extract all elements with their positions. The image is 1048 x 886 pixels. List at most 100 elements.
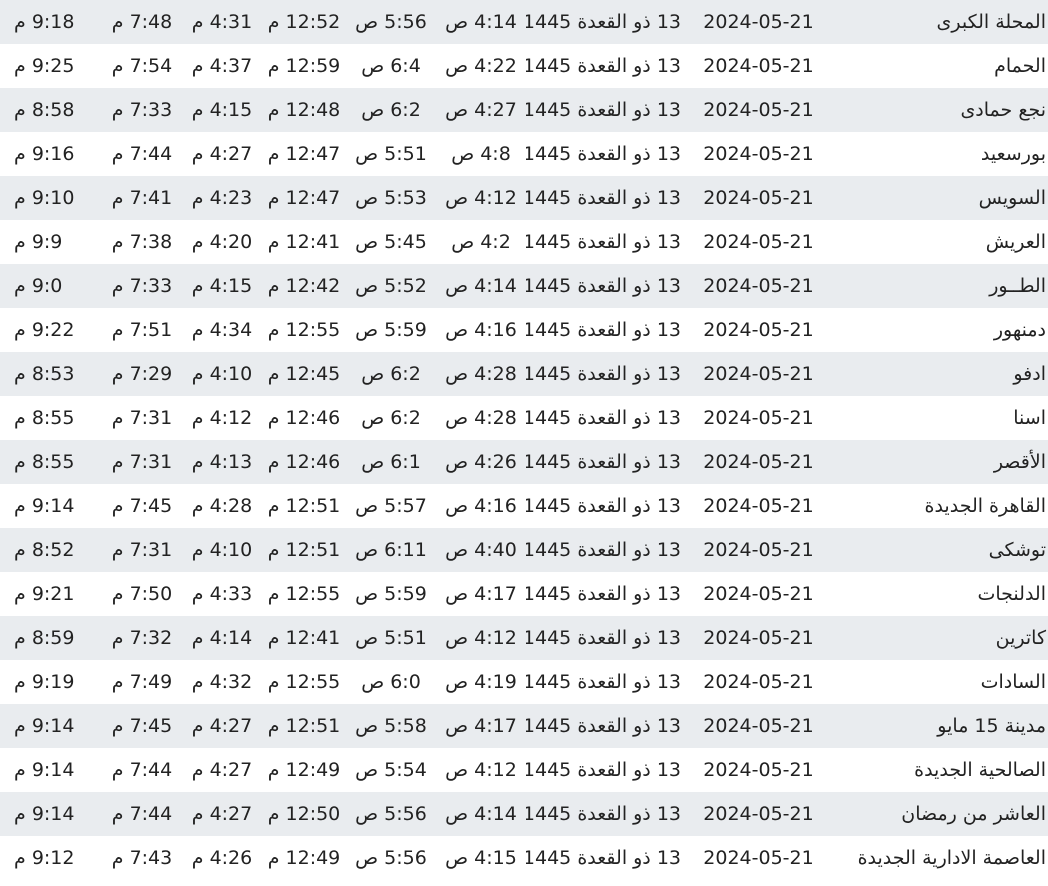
- dhuhr-time-cell: 12:42 م: [262, 264, 346, 308]
- isha-time-cell: 8:55 م: [0, 396, 102, 440]
- table-row: العاشر من رمضان 2024-05-21 13 ذو القعدة 14…: [0, 792, 1048, 836]
- gregorian-date-cell: 2024-05-21: [681, 572, 836, 616]
- dhuhr-time-cell: 12:55 م: [262, 660, 346, 704]
- hijri-date-cell: 13 ذو القعدة 1445: [526, 704, 681, 748]
- sunrise-time-cell: 6:1 ص: [346, 440, 436, 484]
- isha-time-cell: 8:58 م: [0, 88, 102, 132]
- maghrib-time-cell: 7:54 م: [102, 44, 182, 88]
- isha-time-cell: 8:59 م: [0, 616, 102, 660]
- sunrise-time-cell: 5:45 ص: [346, 220, 436, 264]
- city-cell: الحمام: [836, 44, 1048, 88]
- hijri-date-cell: 13 ذو القعدة 1445: [526, 352, 681, 396]
- gregorian-date-cell: 2024-05-21: [681, 440, 836, 484]
- gregorian-date-cell: 2024-05-21: [681, 792, 836, 836]
- fajr-time-cell: 4:22 ص: [436, 44, 526, 88]
- asr-time-cell: 4:28 م: [182, 484, 262, 528]
- sunrise-time-cell: 6:11 ص: [346, 528, 436, 572]
- city-cell: الدلنجات: [836, 572, 1048, 616]
- dhuhr-time-cell: 12:55 م: [262, 308, 346, 352]
- hijri-date-cell: 13 ذو القعدة 1445: [526, 308, 681, 352]
- asr-time-cell: 4:13 م: [182, 440, 262, 484]
- table-row: كاترين 2024-05-21 13 ذو القعدة 1445 4:12 ص5…: [0, 616, 1048, 660]
- isha-time-cell: 9:22 م: [0, 308, 102, 352]
- hijri-date-cell: 13 ذو القعدة 1445: [526, 44, 681, 88]
- table-row: الأقصر 2024-05-21 13 ذو القعدة 1445 4:26 ص6…: [0, 440, 1048, 484]
- maghrib-time-cell: 7:44 م: [102, 792, 182, 836]
- fajr-time-cell: 4:16 ص: [436, 484, 526, 528]
- sunrise-time-cell: 5:56 ص: [346, 792, 436, 836]
- gregorian-date-cell: 2024-05-21: [681, 616, 836, 660]
- city-cell: الأقصر: [836, 440, 1048, 484]
- asr-time-cell: 4:34 م: [182, 308, 262, 352]
- sunrise-time-cell: 6:4 ص: [346, 44, 436, 88]
- maghrib-time-cell: 7:32 م: [102, 616, 182, 660]
- table-row: ادفو 2024-05-21 13 ذو القعدة 1445 4:28 ص 6:2…: [0, 352, 1048, 396]
- dhuhr-time-cell: 12:49 م: [262, 748, 346, 792]
- city-cell: القاهرة الجديدة: [836, 484, 1048, 528]
- asr-time-cell: 4:10 م: [182, 528, 262, 572]
- city-cell: السويس: [836, 176, 1048, 220]
- dhuhr-time-cell: 12:51 م: [262, 528, 346, 572]
- dhuhr-time-cell: 12:52 م: [262, 0, 346, 44]
- dhuhr-time-cell: 12:47 م: [262, 132, 346, 176]
- maghrib-time-cell: 7:29 م: [102, 352, 182, 396]
- sunrise-time-cell: 5:56 ص: [346, 836, 436, 880]
- isha-time-cell: 9:0 م: [0, 264, 102, 308]
- gregorian-date-cell: 2024-05-21: [681, 704, 836, 748]
- fajr-time-cell: 4:28 ص: [436, 352, 526, 396]
- gregorian-date-cell: 2024-05-21: [681, 44, 836, 88]
- city-cell: اسنا: [836, 396, 1048, 440]
- dhuhr-time-cell: 12:46 م: [262, 440, 346, 484]
- sunrise-time-cell: 6:0 ص: [346, 660, 436, 704]
- fajr-time-cell: 4:16 ص: [436, 308, 526, 352]
- isha-time-cell: 9:16 م: [0, 132, 102, 176]
- prayer-times-table: المحلة الكبرى 2024-05-21 13 ذو القعدة 1445…: [0, 0, 1048, 880]
- dhuhr-time-cell: 12:49 م: [262, 836, 346, 880]
- fajr-time-cell: 4:12 ص: [436, 616, 526, 660]
- sunrise-time-cell: 5:54 ص: [346, 748, 436, 792]
- hijri-date-cell: 13 ذو القعدة 1445: [526, 616, 681, 660]
- gregorian-date-cell: 2024-05-21: [681, 528, 836, 572]
- sunrise-time-cell: 5:58 ص: [346, 704, 436, 748]
- table-row: الدلنجات 2024-05-21 13 ذو القعدة 1445 4:17 …: [0, 572, 1048, 616]
- asr-time-cell: 4:10 م: [182, 352, 262, 396]
- dhuhr-time-cell: 12:46 م: [262, 396, 346, 440]
- fajr-time-cell: 4:8 ص: [436, 132, 526, 176]
- maghrib-time-cell: 7:44 م: [102, 748, 182, 792]
- fajr-time-cell: 4:12 ص: [436, 176, 526, 220]
- city-cell: الطــور: [836, 264, 1048, 308]
- asr-time-cell: 4:27 م: [182, 704, 262, 748]
- table-row: بورسعيد 2024-05-21 13 ذو القعدة 1445 4:8 ص5…: [0, 132, 1048, 176]
- sunrise-time-cell: 5:51 ص: [346, 132, 436, 176]
- hijri-date-cell: 13 ذو القعدة 1445: [526, 0, 681, 44]
- maghrib-time-cell: 7:33 م: [102, 264, 182, 308]
- maghrib-time-cell: 7:45 م: [102, 704, 182, 748]
- hijri-date-cell: 13 ذو القعدة 1445: [526, 132, 681, 176]
- maghrib-time-cell: 7:49 م: [102, 660, 182, 704]
- hijri-date-cell: 13 ذو القعدة 1445: [526, 572, 681, 616]
- city-cell: كاترين: [836, 616, 1048, 660]
- asr-time-cell: 4:23 م: [182, 176, 262, 220]
- asr-time-cell: 4:26 م: [182, 836, 262, 880]
- maghrib-time-cell: 7:43 م: [102, 836, 182, 880]
- gregorian-date-cell: 2024-05-21: [681, 484, 836, 528]
- table-row: اسنا 2024-05-21 13 ذو القعدة 1445 4:28 ص 6:2…: [0, 396, 1048, 440]
- dhuhr-time-cell: 12:48 م: [262, 88, 346, 132]
- table-row: الصالحية الجديدة 2024-05-21 13 ذو القعدة 1…: [0, 748, 1048, 792]
- dhuhr-time-cell: 12:51 م: [262, 484, 346, 528]
- table-body: المحلة الكبرى 2024-05-21 13 ذو القعدة 1445…: [0, 0, 1048, 880]
- table-row: الحمام 2024-05-21 13 ذو القعدة 1445 4:22 ص6…: [0, 44, 1048, 88]
- isha-time-cell: 9:14 م: [0, 484, 102, 528]
- city-cell: نجع حمادى: [836, 88, 1048, 132]
- asr-time-cell: 4:15 م: [182, 264, 262, 308]
- table-row: الطــور 2024-05-21 13 ذو القعدة 1445 4:14 ص…: [0, 264, 1048, 308]
- city-cell: المحلة الكبرى: [836, 0, 1048, 44]
- isha-time-cell: 9:9 م: [0, 220, 102, 264]
- sunrise-time-cell: 5:59 ص: [346, 572, 436, 616]
- hijri-date-cell: 13 ذو القعدة 1445: [526, 264, 681, 308]
- dhuhr-time-cell: 12:55 م: [262, 572, 346, 616]
- gregorian-date-cell: 2024-05-21: [681, 88, 836, 132]
- dhuhr-time-cell: 12:50 م: [262, 792, 346, 836]
- table-row: مدينة 15 مايو 2024-05-21 13 ذو القعدة 1445…: [0, 704, 1048, 748]
- city-cell: دمنهور: [836, 308, 1048, 352]
